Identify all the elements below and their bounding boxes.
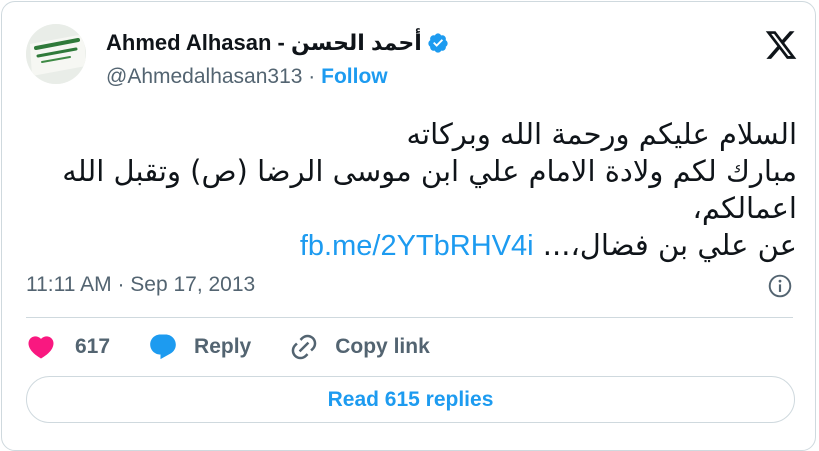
avatar[interactable] — [26, 24, 86, 84]
copy-link-label: Copy link — [335, 335, 430, 358]
copy-link-button[interactable]: Copy link — [289, 332, 430, 362]
reply-bubble-icon — [150, 334, 176, 360]
author-handle[interactable]: @Ahmedalhasan313 — [106, 65, 302, 88]
heart-icon — [28, 336, 54, 359]
avatar-flag-image — [26, 24, 86, 84]
tweet-text: السلام عليكم ورحمة الله وبركاته مبارك لك… — [26, 116, 797, 265]
reply-button[interactable]: Reply — [148, 332, 251, 362]
info-icon[interactable] — [767, 273, 793, 299]
tweet-link[interactable]: fb.me/2YTbRHV4i — [300, 230, 534, 262]
author-name[interactable]: Ahmed Alhasan - أحمد الحسن — [106, 30, 422, 56]
read-replies-button[interactable]: Read 615 replies — [26, 376, 795, 423]
tweet-line-1: السلام عليكم ورحمة الله وبركاته — [406, 117, 798, 151]
handle-separator: · — [302, 65, 322, 88]
verified-badge-icon — [428, 33, 448, 53]
x-logo-icon[interactable] — [764, 28, 798, 62]
link-icon — [291, 334, 317, 360]
tweet-line-2: مبارك لكم ولادة الامام علي ابن موسى الرض… — [62, 154, 797, 225]
follow-button[interactable]: Follow — [321, 65, 388, 88]
tweet-line-3-text: عن علي بن فضال،... — [542, 228, 797, 262]
like-count: 617 — [75, 335, 111, 358]
author-block: Ahmed Alhasan - أحمد الحسن @Ahmedalhasan… — [106, 29, 449, 89]
tweet-card: Ahmed Alhasan - أحمد الحسن @Ahmedalhasan… — [1, 1, 816, 451]
like-button[interactable]: 617 — [26, 332, 110, 362]
action-bar: 617 Reply Copy link — [26, 329, 468, 365]
tweet-line-3: عن علي بن فضال،... fb.me/2YTbRHV4i — [26, 227, 797, 265]
tweet-timestamp[interactable]: 11:11 AM · Sep 17, 2013 — [26, 273, 255, 297]
reply-label: Reply — [194, 335, 252, 358]
divider — [26, 317, 793, 318]
